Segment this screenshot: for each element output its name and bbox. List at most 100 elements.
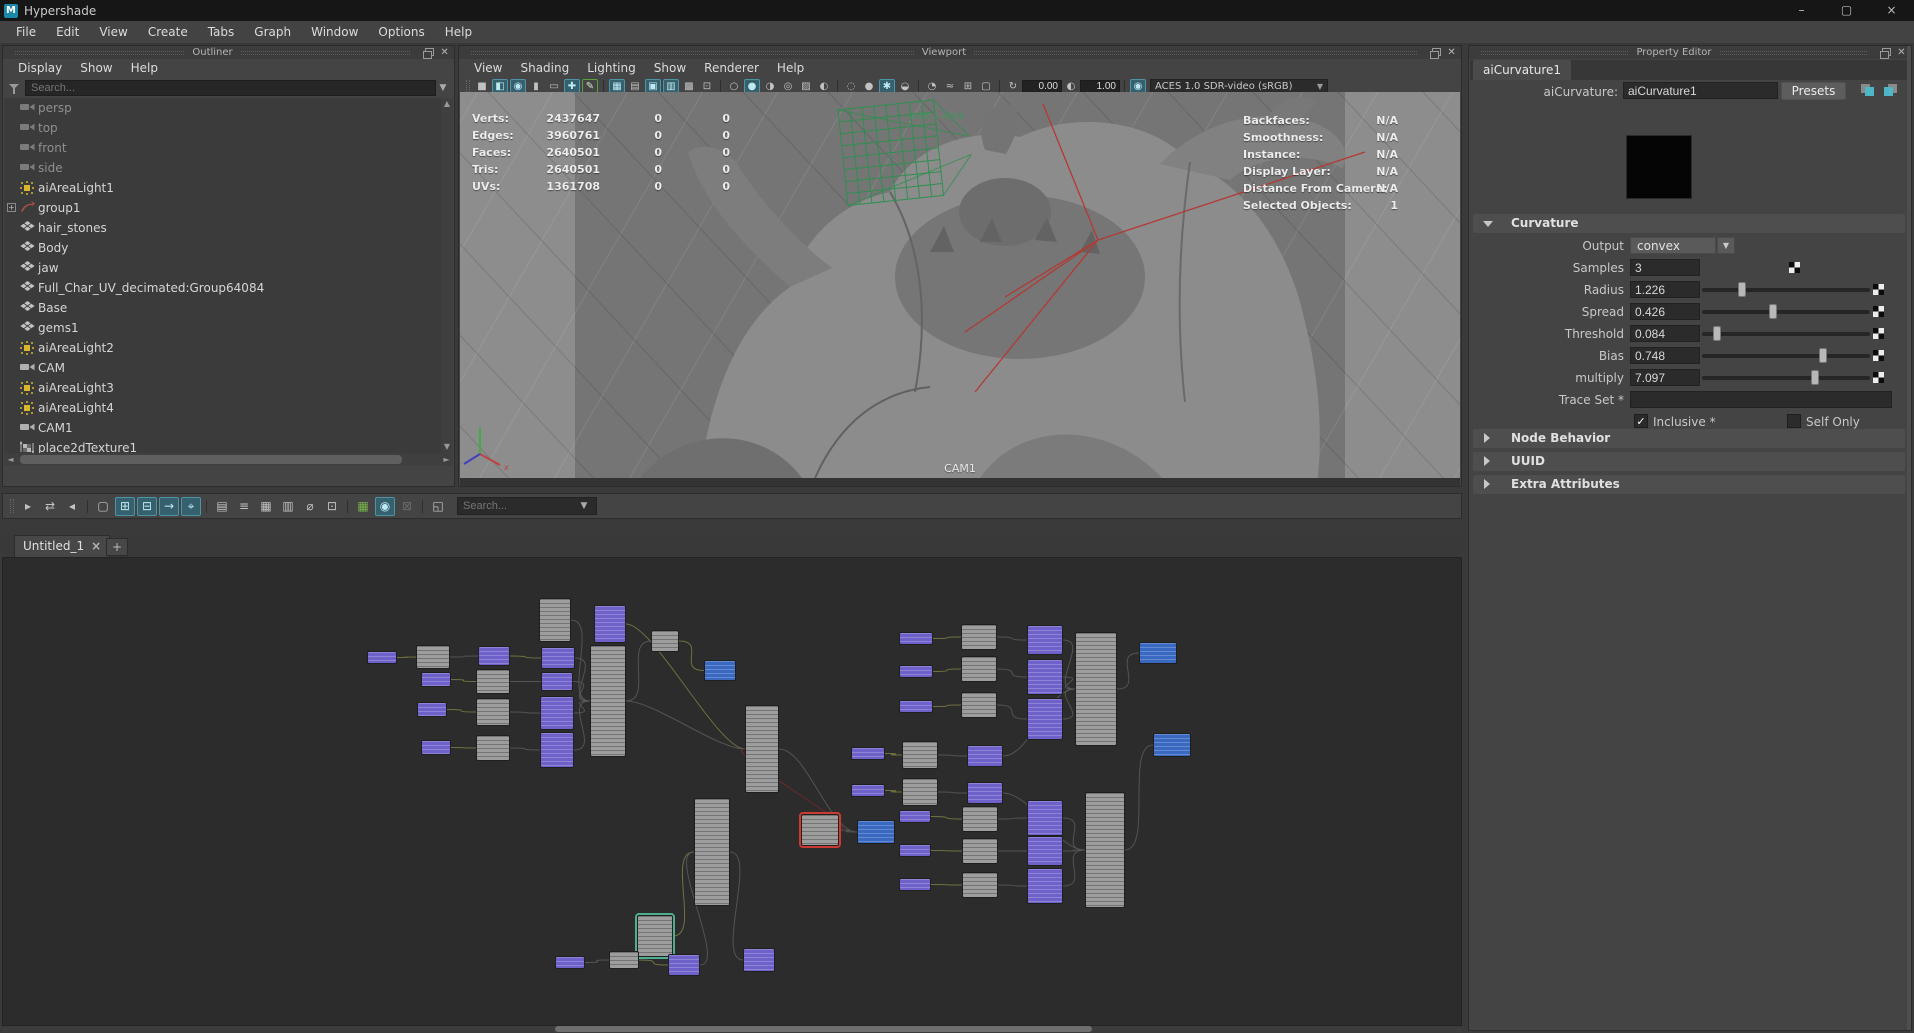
graph-node[interactable] [1027, 836, 1063, 866]
threshold-field[interactable] [1630, 325, 1700, 342]
graph-node[interactable] [540, 696, 574, 730]
graph-node[interactable] [743, 948, 775, 972]
menu-edit[interactable]: Edit [46, 21, 89, 43]
graph-node[interactable] [1153, 733, 1191, 757]
graph-node[interactable] [1075, 632, 1117, 746]
graph-node[interactable] [541, 647, 575, 669]
slider-handle[interactable] [1769, 304, 1777, 319]
tab-aicurvature1[interactable]: aiCurvature1 [1473, 60, 1571, 80]
graph-node[interactable] [476, 735, 510, 761]
graph-node[interactable] [555, 956, 585, 969]
graph-node[interactable] [704, 660, 736, 681]
add-selected-icon[interactable]: ▢ [93, 497, 113, 516]
outliner-item-group1[interactable]: +group1 [4, 198, 441, 218]
outliner-item-jaw[interactable]: jaw [4, 258, 441, 278]
graph-node[interactable] [967, 782, 1003, 804]
close-button[interactable]: × [1869, 0, 1914, 21]
node-search-input[interactable] [463, 500, 577, 512]
node-search-box[interactable]: ▼ [457, 497, 597, 515]
multiply-slider[interactable] [1702, 376, 1870, 380]
graph-node[interactable] [745, 705, 779, 793]
pin-icon[interactable]: ⌖ [181, 497, 201, 516]
radius-slider[interactable] [1702, 288, 1870, 292]
graph-node[interactable] [902, 778, 938, 806]
detach-panel-icon[interactable] [423, 48, 434, 58]
copy-tab-icon[interactable] [1884, 84, 1898, 97]
layout-connected-icon[interactable]: ≡ [234, 497, 254, 516]
menu-options[interactable]: Options [368, 21, 434, 43]
graph-node[interactable] [1085, 792, 1125, 908]
viewport-menu-view[interactable]: View [465, 59, 511, 78]
graph-node[interactable] [637, 915, 673, 957]
menu-create[interactable]: Create [138, 21, 198, 43]
graph-node[interactable] [476, 669, 510, 694]
graph-node[interactable] [899, 810, 931, 823]
slider-handle[interactable] [1819, 348, 1827, 363]
spread-slider[interactable] [1702, 310, 1870, 314]
zoom-icon[interactable]: ⌀ [300, 497, 320, 516]
bias-slider[interactable] [1702, 354, 1870, 358]
graph-upstream-icon[interactable]: → [159, 497, 179, 516]
graph-node[interactable] [539, 598, 571, 642]
close-panel-icon[interactable]: ✕ [1896, 48, 1907, 58]
outliner-item-place2dtexture1[interactable]: place2dTexture1 [4, 438, 441, 453]
samples-field[interactable] [1630, 259, 1700, 276]
outliner-vscrollbar[interactable]: ▲ ▼ [441, 98, 453, 453]
toolbar-grip[interactable] [10, 499, 14, 513]
menu-tabs[interactable]: Tabs [198, 21, 245, 43]
graph-node[interactable] [1139, 642, 1177, 664]
section-uuid[interactable]: UUID [1473, 452, 1905, 471]
graph-node[interactable] [961, 656, 997, 682]
outliner-menu-show[interactable]: Show [71, 59, 121, 78]
map-button-icon[interactable] [1873, 284, 1884, 295]
graph-node[interactable] [1027, 659, 1063, 695]
outliner-item-aiarealight4[interactable]: aiAreaLight4 [4, 398, 441, 418]
outliner-item-aiarealight3[interactable]: aiAreaLight3 [4, 378, 441, 398]
expand-icon[interactable]: + [7, 203, 16, 212]
outliner-item-aiarealight2[interactable]: aiAreaLight2 [4, 338, 441, 358]
graph-node[interactable] [1027, 625, 1063, 655]
property-scrollbar[interactable] [1907, 46, 1911, 1030]
graph-node[interactable] [851, 747, 885, 760]
outliner-item-body[interactable]: Body [4, 238, 441, 258]
export-image-icon[interactable]: ⊡ [322, 497, 342, 516]
graph-node[interactable] [540, 732, 574, 768]
viewport-menu-shading[interactable]: Shading [511, 59, 578, 78]
menu-graph[interactable]: Graph [244, 21, 301, 43]
grid-icon[interactable]: ▦ [353, 497, 373, 516]
layout-custom-icon[interactable]: ▥ [278, 497, 298, 516]
add-tab-button[interactable]: + [106, 538, 128, 556]
menu-window[interactable]: Window [301, 21, 368, 43]
output-dropdown[interactable]: convex [1630, 237, 1716, 254]
outliner-item-persp[interactable]: persp [4, 98, 441, 118]
tab-untitled-1[interactable]: Untitled_1× [14, 535, 110, 557]
viewport-menu-show[interactable]: Show [645, 59, 695, 78]
graph-node[interactable] [651, 630, 679, 652]
graph-node[interactable] [417, 702, 447, 717]
viewport-3d-canvas[interactable]: x z Verts:243764700Edges:396076100Faces:… [460, 92, 1460, 478]
viewport-menu-help[interactable]: Help [768, 59, 813, 78]
section-extra-attributes[interactable]: Extra Attributes [1473, 475, 1905, 494]
graph-node[interactable] [1027, 868, 1063, 904]
lock-icon[interactable]: ⊠ [397, 497, 417, 516]
graph-node[interactable] [902, 741, 938, 769]
output-dropdown-arrow-icon[interactable]: ▼ [1717, 237, 1735, 254]
scroll-up-icon[interactable]: ▲ [441, 98, 453, 110]
graph-node[interactable] [857, 820, 895, 844]
radius-field[interactable] [1630, 281, 1700, 298]
node-graph-canvas[interactable] [2, 557, 1462, 1026]
map-button-icon[interactable] [1873, 350, 1884, 361]
layout-full-icon[interactable]: ▦ [256, 497, 276, 516]
graph-node[interactable] [1027, 800, 1063, 836]
material-swatch[interactable] [1626, 135, 1692, 199]
outliner-menu-display[interactable]: Display [9, 59, 71, 78]
viewport-menu-lighting[interactable]: Lighting [578, 59, 645, 78]
frame-all-icon[interactable]: ◱ [428, 497, 448, 516]
map-button-icon[interactable] [1789, 262, 1800, 273]
add-node-icon[interactable]: ⊞ [115, 497, 135, 516]
snap-to-grid-icon[interactable]: ◉ [375, 497, 395, 516]
multiply-field[interactable] [1630, 369, 1700, 386]
layout-simple-icon[interactable]: ▤ [212, 497, 232, 516]
viewport-menu-renderer[interactable]: Renderer [695, 59, 768, 78]
outliner-item-base[interactable]: Base [4, 298, 441, 318]
